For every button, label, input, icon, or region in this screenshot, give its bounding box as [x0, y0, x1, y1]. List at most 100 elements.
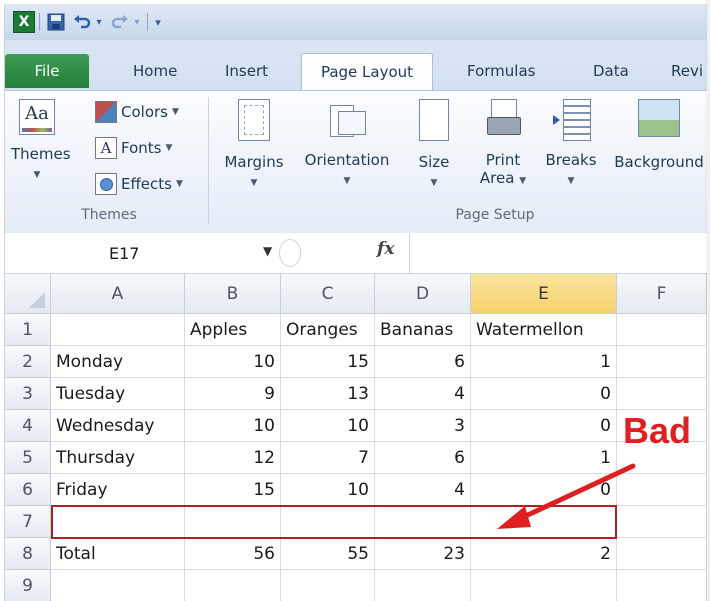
tab-file[interactable]: File — [5, 54, 89, 88]
cell-f3[interactable] — [617, 378, 707, 410]
margins-button[interactable]: Margins ▼ — [217, 99, 291, 189]
cell-c1[interactable]: Oranges — [281, 314, 375, 346]
cell-f9[interactable] — [617, 570, 707, 601]
cell-d9[interactable] — [375, 570, 471, 601]
row-header-3[interactable]: 3 — [5, 378, 51, 410]
column-header-d[interactable]: D — [375, 274, 471, 314]
row-header-2[interactable]: 2 — [5, 346, 51, 378]
cell-c2[interactable]: 15 — [281, 346, 375, 378]
cell-a1[interactable] — [51, 314, 185, 346]
size-label: Size — [418, 153, 450, 171]
select-all-corner[interactable] — [5, 274, 51, 314]
customize-qat-icon[interactable]: ▾ — [151, 11, 165, 33]
tab-data[interactable]: Data — [581, 53, 641, 89]
cell-e2[interactable]: 1 — [471, 346, 617, 378]
divider — [409, 233, 410, 273]
cell-c7[interactable] — [281, 506, 375, 538]
cell-c6[interactable]: 10 — [281, 474, 375, 506]
cell-a3[interactable]: Tuesday — [51, 378, 185, 410]
tab-formulas[interactable]: Formulas — [455, 53, 547, 89]
cell-e9[interactable] — [471, 570, 617, 601]
cell-a9[interactable] — [51, 570, 185, 601]
tab-page-layout[interactable]: Page Layout — [301, 53, 433, 91]
tab-review[interactable]: Revi — [659, 53, 707, 89]
tab-insert[interactable]: Insert — [213, 53, 280, 89]
row-header-7[interactable]: 7 — [5, 506, 51, 538]
cell-f7[interactable] — [617, 506, 707, 538]
column-header-a[interactable]: A — [51, 274, 185, 314]
row-header-4[interactable]: 4 — [5, 410, 51, 442]
cell-c5[interactable]: 7 — [281, 442, 375, 474]
cell-b7[interactable] — [185, 506, 281, 538]
chevron-down-icon[interactable]: ▼ — [263, 244, 272, 258]
cell-a6[interactable]: Friday — [51, 474, 185, 506]
cell-b3[interactable]: 9 — [185, 378, 281, 410]
fonts-button[interactable]: A Fonts ▼ — [95, 137, 172, 159]
excel-logo-icon[interactable]: X — [13, 11, 35, 33]
cell-f1[interactable] — [617, 314, 707, 346]
cell-c8[interactable]: 55 — [281, 538, 375, 570]
row-header-8[interactable]: 8 — [5, 538, 51, 570]
cell-d4[interactable]: 3 — [375, 410, 471, 442]
worksheet-grid[interactable]: ABCDEF 1 Apples Oranges Bananas Watermellon 2… — [5, 274, 707, 601]
print-area-button[interactable]: Print Area ▼ — [471, 99, 535, 190]
column-header-c[interactable]: C — [281, 274, 375, 314]
cell-e5[interactable]: 1 — [471, 442, 617, 474]
cell-a2[interactable]: Monday — [51, 346, 185, 378]
row-header-1[interactable]: 1 — [5, 314, 51, 346]
cell-d7[interactable] — [375, 506, 471, 538]
cell-b4[interactable]: 10 — [185, 410, 281, 442]
tab-home[interactable]: Home — [121, 53, 189, 89]
cell-d5[interactable]: 6 — [375, 442, 471, 474]
row-header-5[interactable]: 5 — [5, 442, 51, 474]
cell-a4[interactable]: Wednesday — [51, 410, 185, 442]
effects-button[interactable]: Effects ▼ — [95, 173, 183, 195]
colors-button[interactable]: Colors ▼ — [95, 101, 179, 123]
cell-f8[interactable] — [617, 538, 707, 570]
row-header-9[interactable]: 9 — [5, 570, 51, 601]
cell-b1[interactable]: Apples — [185, 314, 281, 346]
undo-dropdown-icon[interactable]: ▾ — [93, 11, 105, 33]
cell-e3[interactable]: 0 — [471, 378, 617, 410]
cell-d1[interactable]: Bananas — [375, 314, 471, 346]
size-button[interactable]: Size ▼ — [409, 99, 459, 189]
cell-e4[interactable]: 0 — [471, 410, 617, 442]
cell-c4[interactable]: 10 — [281, 410, 375, 442]
insert-function-icon[interactable]: fx — [377, 239, 394, 259]
orientation-button[interactable]: Orientation ▼ — [295, 99, 399, 187]
cell-d6[interactable]: 4 — [375, 474, 471, 506]
undo-icon[interactable] — [71, 11, 93, 33]
cell-e8[interactable]: 2 — [471, 538, 617, 570]
column-header-f[interactable]: F — [617, 274, 707, 314]
cell-a8[interactable]: Total — [51, 538, 185, 570]
cell-a7[interactable] — [51, 506, 185, 538]
breaks-button[interactable]: Breaks ▼ — [541, 99, 601, 187]
cell-b9[interactable] — [185, 570, 281, 601]
ribbon-tabs: File Home Insert Page Layout Formulas Da… — [5, 40, 707, 91]
background-button[interactable]: Background — [603, 99, 707, 171]
cell-a5[interactable]: Thursday — [51, 442, 185, 474]
cell-c9[interactable] — [281, 570, 375, 601]
cell-e7[interactable] — [471, 506, 617, 538]
name-box[interactable]: E17 ▼ — [47, 240, 277, 266]
column-header-b[interactable]: B — [185, 274, 281, 314]
column-header-e[interactable]: E — [471, 274, 617, 314]
cell-c3[interactable]: 13 — [281, 378, 375, 410]
cell-d3[interactable]: 4 — [375, 378, 471, 410]
cell-e1[interactable]: Watermellon — [471, 314, 617, 346]
cell-b2[interactable]: 10 — [185, 346, 281, 378]
cell-d8[interactable]: 23 — [375, 538, 471, 570]
cell-d2[interactable]: 6 — [375, 346, 471, 378]
row-header-6[interactable]: 6 — [5, 474, 51, 506]
cell-b8[interactable]: 56 — [185, 538, 281, 570]
redo-dropdown-icon[interactable]: ▾ — [131, 11, 143, 33]
cell-f2[interactable] — [617, 346, 707, 378]
cell-f6[interactable] — [617, 474, 707, 506]
cell-b6[interactable]: 15 — [185, 474, 281, 506]
cell-e6[interactable]: 0 — [471, 474, 617, 506]
cell-b5[interactable]: 12 — [185, 442, 281, 474]
redo-icon[interactable] — [109, 11, 131, 33]
formula-bar: E17 ▼ fx — [5, 233, 707, 274]
save-icon[interactable] — [45, 11, 67, 33]
themes-button[interactable]: Aa Themes ▼ — [11, 99, 71, 181]
